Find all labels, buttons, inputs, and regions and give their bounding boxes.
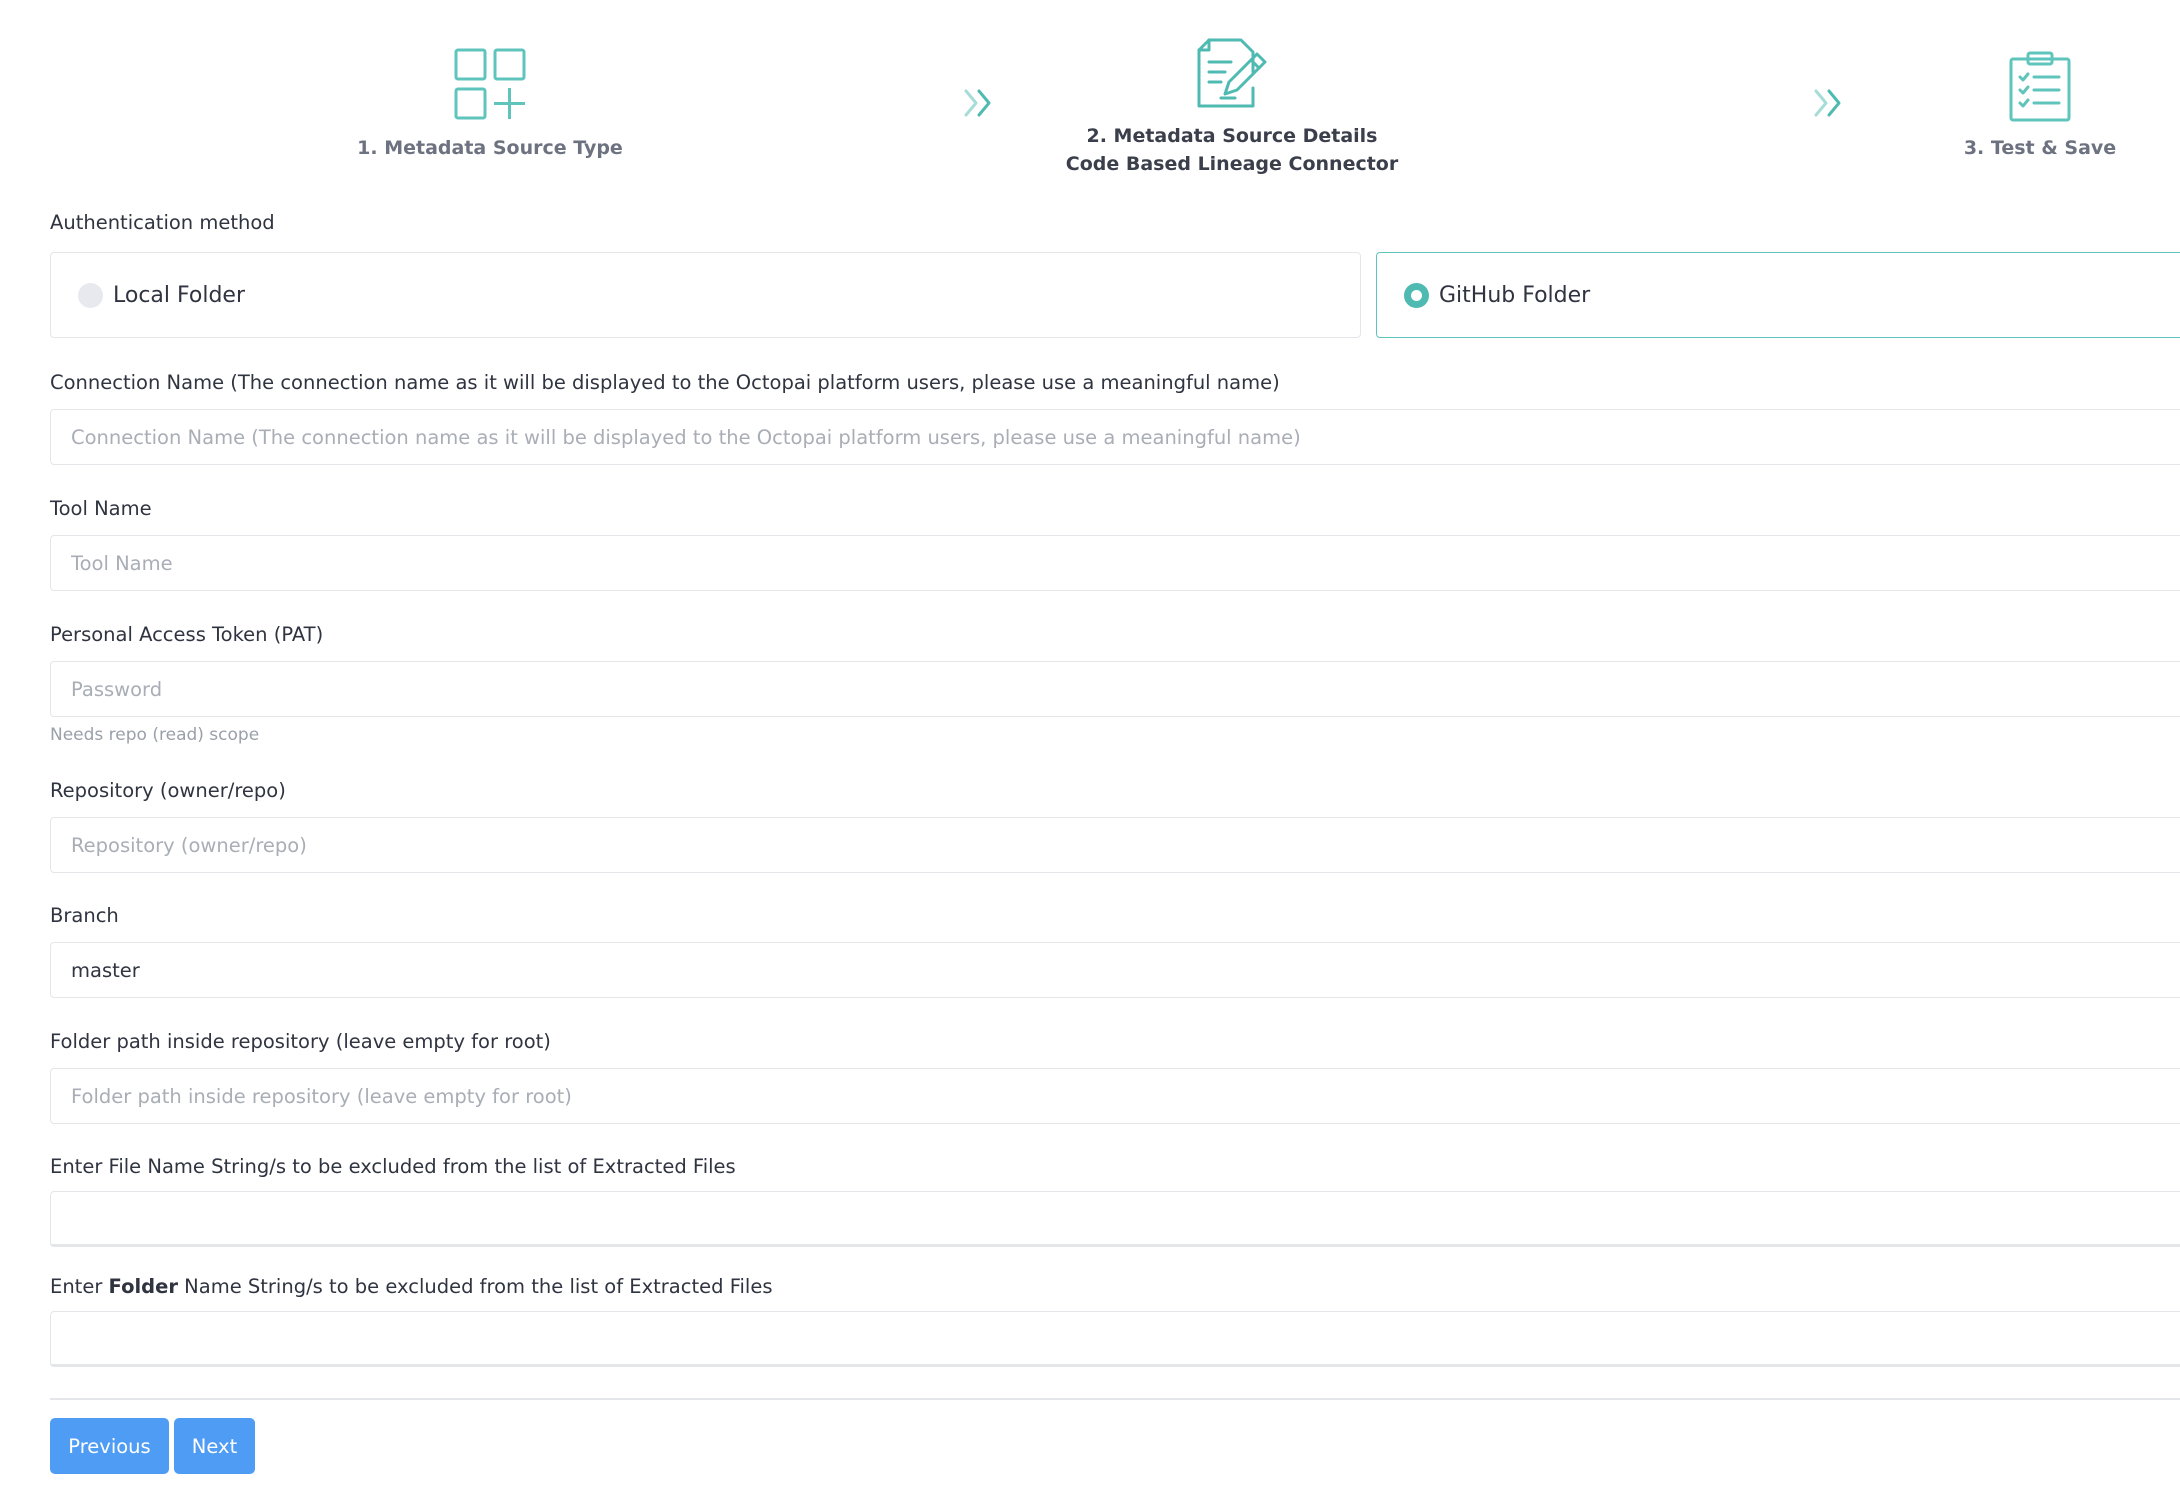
exclude-files-group: Enter File Name String/s to be excluded … <box>50 1154 2180 1247</box>
repository-group: Repository (owner/repo) <box>50 778 2180 873</box>
exclude-folders-label-bold: Folder <box>108 1275 178 1298</box>
step-1-label: 1. Metadata Source Type <box>357 137 623 159</box>
auth-option-label: Local Folder <box>113 282 245 308</box>
connection-name-group: Connection Name (The connection name as … <box>50 370 2180 465</box>
step-3-label: 3. Test & Save <box>1963 137 2117 159</box>
tool-name-group: Tool Name <box>50 496 2180 591</box>
radio-selected-icon[interactable] <box>1404 282 1429 308</box>
auth-option-local-folder[interactable]: Local Folder <box>50 252 1361 338</box>
grid-plus-icon <box>340 48 640 120</box>
step-metadata-source-details: 2. Metadata Source Details Code Based Li… <box>1032 36 1432 178</box>
edit-document-icon <box>1032 36 1432 110</box>
auth-option-label: GitHub Folder <box>1439 282 1591 308</box>
step-test-and-save: 3. Test & Save <box>1890 50 2180 162</box>
tool-name-input[interactable] <box>50 535 2180 591</box>
exclude-folders-tag-input[interactable] <box>50 1311 2180 1367</box>
exclude-files-label: Enter File Name String/s to be excluded … <box>50 1155 736 1178</box>
exclude-folders-label-suffix: Name String/s to be excluded from the li… <box>177 1275 773 1298</box>
exclude-folders-group: Enter Folder Name String/s to be exclude… <box>50 1274 2180 1367</box>
folder-path-input[interactable] <box>50 1068 2180 1124</box>
footer-divider <box>50 1398 2180 1400</box>
auth-option-github-folder[interactable]: GitHub Folder <box>1376 252 2180 338</box>
clipboard-checklist-icon <box>1890 50 2180 122</box>
exclude-folders-label: Enter Folder Name String/s to be exclude… <box>50 1274 2180 1300</box>
previous-button[interactable]: Previous <box>50 1418 169 1474</box>
connection-name-input[interactable] <box>50 409 2180 465</box>
exclude-files-tag-input[interactable] <box>50 1191 2180 1247</box>
pat-label: Personal Access Token (PAT) <box>50 623 324 646</box>
repository-label: Repository (owner/repo) <box>50 779 286 802</box>
tool-name-label: Tool Name <box>50 497 152 520</box>
branch-group: Branch <box>50 903 2180 998</box>
branch-input[interactable] <box>50 942 2180 998</box>
pat-help-text: Needs repo (read) scope <box>50 725 260 745</box>
connection-name-label: Connection Name (The connection name as … <box>50 371 1280 394</box>
exclude-folders-label-prefix: Enter <box>50 1275 109 1298</box>
radio-unselected-icon[interactable] <box>78 282 103 308</box>
double-chevron-right-icon <box>962 88 996 122</box>
auth-method-label: Authentication method <box>50 211 275 234</box>
step-2-sublabel: Code Based Lineage Connector <box>1065 153 1399 175</box>
double-chevron-right-icon <box>1812 88 1846 122</box>
branch-label: Branch <box>50 904 119 927</box>
step-2-label: 2. Metadata Source Details <box>1086 125 1378 147</box>
pat-group: Personal Access Token (PAT) Needs repo (… <box>50 622 2180 745</box>
next-button[interactable]: Next <box>174 1418 255 1474</box>
folder-path-group: Folder path inside repository (leave emp… <box>50 1029 2180 1124</box>
pat-password-input[interactable] <box>50 661 2180 717</box>
repository-input[interactable] <box>50 817 2180 873</box>
folder-path-label: Folder path inside repository (leave emp… <box>50 1030 551 1053</box>
wizard-page: 1. Metadata Source Type 2. Metadata Sour… <box>0 0 2180 1486</box>
step-metadata-source-type: 1. Metadata Source Type <box>340 48 640 162</box>
